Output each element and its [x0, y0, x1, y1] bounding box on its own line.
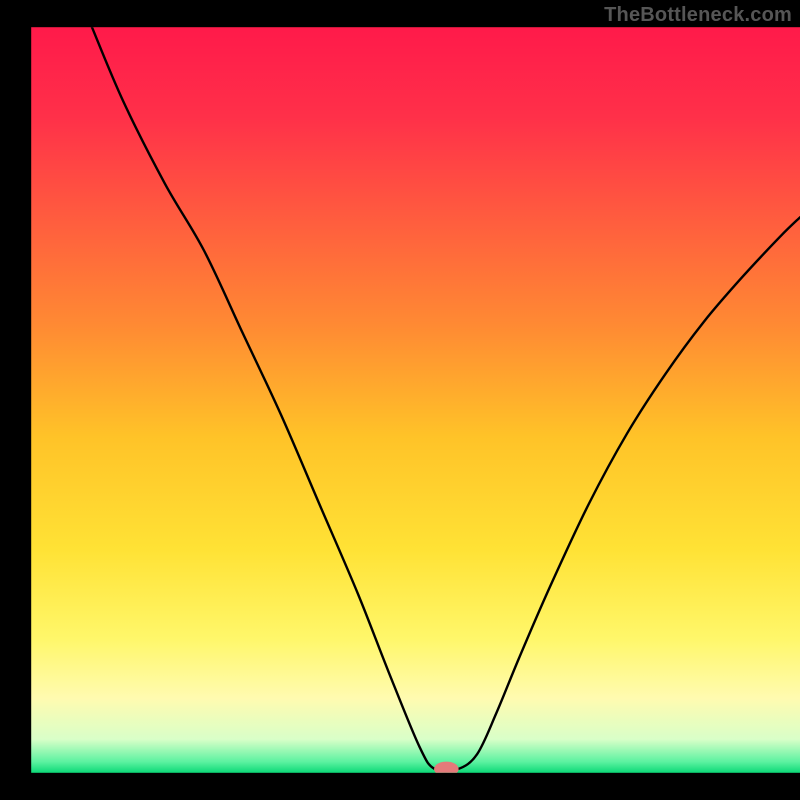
- watermark-label: TheBottleneck.com: [604, 4, 792, 27]
- plot-background: [31, 27, 800, 773]
- optimum-marker: [434, 762, 459, 777]
- chart-container: TheBottleneck.com: [0, 0, 800, 800]
- chart-svg: [0, 0, 800, 800]
